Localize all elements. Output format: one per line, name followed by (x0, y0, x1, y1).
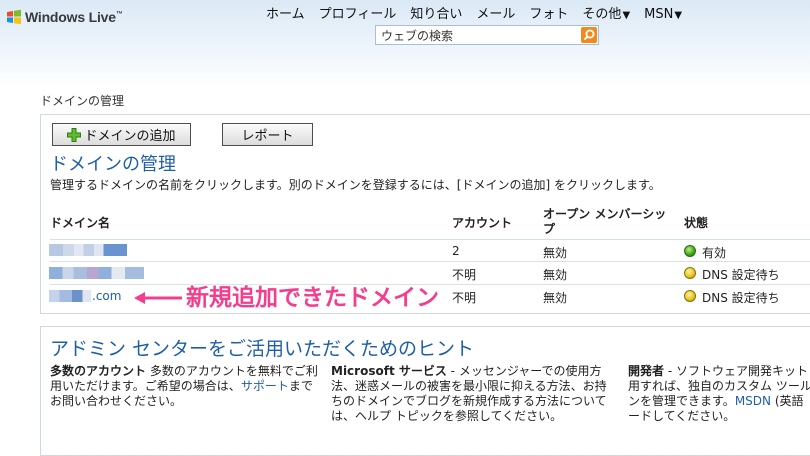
nav-home[interactable]: ホーム (266, 5, 305, 25)
nav-contacts[interactable]: 知り合い (410, 5, 462, 25)
hint-developers: 開発者 - ソフトウェア開発キット 用すれば、独自のカスタム ツール ンを管理で… (628, 364, 810, 423)
redacted-domain-name[interactable] (49, 267, 144, 279)
top-nav: ホーム プロフィール 知り合い メール フォト その他▼ MSN▼ (266, 5, 696, 25)
add-domain-label: ドメインの追加 (84, 129, 176, 144)
report-label: レポート (241, 129, 294, 144)
redacted-domain-name[interactable] (49, 290, 91, 302)
open-membership-value: 無効 (543, 268, 568, 282)
column-header-open-membership: オープン メンバーシッ プ (543, 207, 667, 236)
nav-msn[interactable]: MSN▼ (644, 5, 682, 25)
annotation-label: 新規追加できたドメイン (186, 285, 439, 311)
account-count: 不明 (452, 291, 477, 305)
account-count: 2 (452, 244, 460, 258)
nav-photos[interactable]: フォト (529, 5, 568, 25)
status-text: DNS 設定待ち (702, 268, 780, 282)
annotation-arrow-icon (134, 292, 182, 304)
windows-flag-icon (7, 9, 21, 25)
hints-panel: アドミン センターをご活用いただくためのヒント 多数のアカウント 多数のアカウン… (40, 326, 810, 456)
chevron-down-icon: ▼ (674, 10, 683, 21)
report-button[interactable]: レポート (222, 123, 313, 146)
status-ok-icon (684, 245, 696, 257)
redacted-domain-name[interactable] (49, 244, 127, 256)
column-header-domain: ドメイン名 (50, 216, 111, 230)
logo-text: Windows Live™ (25, 9, 123, 25)
status-pending-icon (684, 267, 696, 279)
status-text: DNS 設定待ち (702, 291, 780, 305)
status-text: 有効 (702, 246, 727, 260)
search-placeholder: ウェブの検索 (381, 29, 454, 43)
nav-profile[interactable]: プロフィール (319, 5, 397, 25)
add-domain-button[interactable]: ドメインの追加 (52, 123, 191, 146)
search-input[interactable]: ウェブの検索 (375, 25, 599, 45)
hint-multiple-accounts: 多数のアカウント 多数のアカウントを無料でご利 用いただけます。ご希望の場合は、… (50, 364, 318, 408)
account-count: 不明 (452, 268, 477, 282)
open-membership-value: 無効 (543, 246, 568, 260)
nav-mail[interactable]: メール (476, 5, 515, 25)
header-bar: Windows Live™ ホーム プロフィール 知り合い メール フォト その… (0, 0, 810, 88)
search-icon (583, 29, 595, 41)
hints-title: アドミン センターをご活用いただくためのヒント (50, 338, 475, 360)
plus-icon (67, 127, 82, 142)
row-divider (50, 261, 810, 262)
hint-microsoft-services: Microsoft サービス - メッセンジャーでの使用方 法、迷惑メールの被害… (331, 364, 607, 423)
status-pending-icon (684, 290, 696, 302)
chevron-down-icon: ▼ (622, 10, 631, 21)
support-link[interactable]: サポート (241, 379, 289, 393)
domain-name-link[interactable]: .com (92, 289, 121, 303)
msdn-link[interactable]: MSDN (735, 394, 771, 408)
windows-live-logo[interactable]: Windows Live™ (6, 7, 123, 27)
open-membership-value: 無効 (543, 291, 568, 305)
nav-more[interactable]: その他▼ (582, 5, 630, 25)
column-header-account: アカウント (452, 216, 513, 230)
column-header-status: 状態 (684, 216, 709, 230)
instructions-text: 管理するドメインの名前をクリックします。別のドメインを登録するには、[ドメインの… (50, 178, 661, 192)
page-title: ドメインの管理 (50, 154, 176, 175)
breadcrumb: ドメインの管理 (40, 94, 125, 108)
search-button[interactable] (581, 27, 597, 43)
row-divider (50, 239, 810, 240)
